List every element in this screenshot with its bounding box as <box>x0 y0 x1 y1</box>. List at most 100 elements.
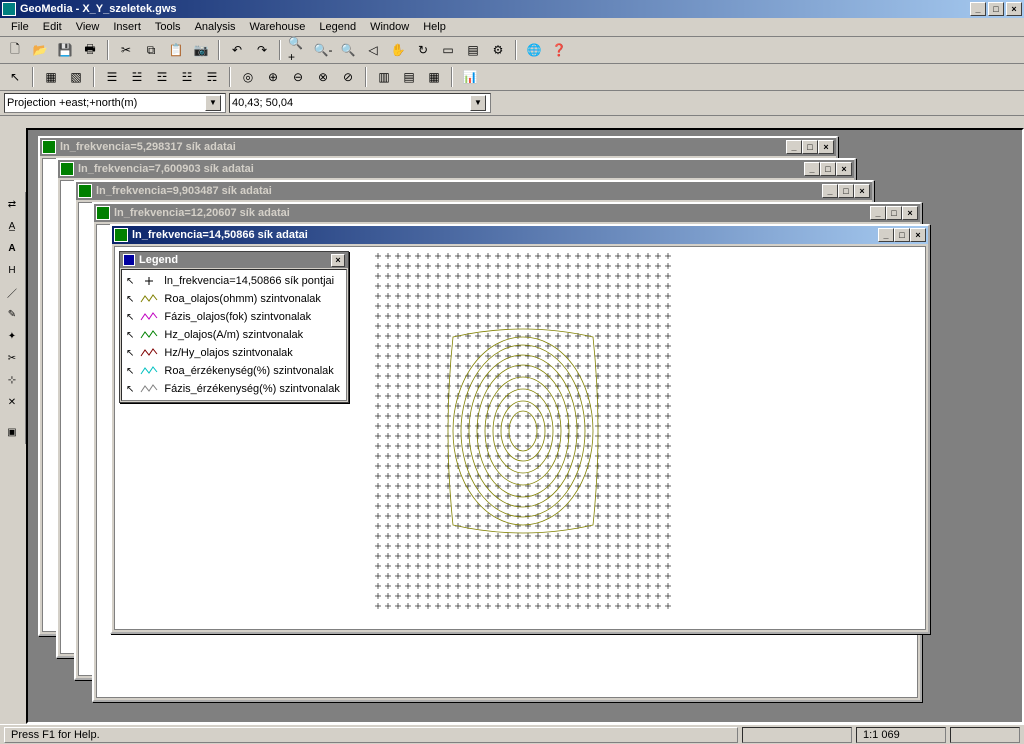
merge-icon[interactable]: ⊕ <box>262 66 284 88</box>
point-symbol-icon <box>140 275 158 287</box>
legend-item[interactable]: ↖Hz/Hy_olajos szintvonalak <box>126 344 342 362</box>
vt-height-icon[interactable]: H <box>2 260 22 280</box>
query5-icon[interactable]: ☴ <box>201 66 223 88</box>
menu-window[interactable]: Window <box>363 19 416 35</box>
minimize-button[interactable]: _ <box>804 162 820 176</box>
menu-view[interactable]: View <box>69 19 107 35</box>
maximize-button[interactable]: □ <box>802 140 818 154</box>
coords-input[interactable] <box>232 95 470 111</box>
refresh-icon[interactable]: ↻ <box>412 39 434 61</box>
maximize-button[interactable]: □ <box>894 228 910 242</box>
status-pane-2 <box>742 727 852 743</box>
legend-close-button[interactable]: × <box>331 254 345 267</box>
vt-text-icon[interactable]: A̲ <box>2 216 22 236</box>
maximize-button[interactable]: □ <box>988 2 1004 16</box>
window-icon[interactable]: ▭ <box>437 39 459 61</box>
menu-edit[interactable]: Edit <box>36 19 69 35</box>
maximize-button[interactable]: □ <box>838 184 854 198</box>
chart-icon[interactable]: 📊 <box>459 66 481 88</box>
close-button[interactable]: × <box>910 228 926 242</box>
paste-icon[interactable]: 📋 <box>165 39 187 61</box>
vt-cut-icon[interactable]: ✂ <box>2 348 22 368</box>
save-icon[interactable]: 💾 <box>54 39 76 61</box>
table2-icon[interactable]: ▤ <box>398 66 420 88</box>
help-icon[interactable]: ❓ <box>548 39 570 61</box>
zoomin-icon[interactable]: 🔍+ <box>287 39 309 61</box>
query3-icon[interactable]: ☲ <box>151 66 173 88</box>
minimize-button[interactable]: _ <box>822 184 838 198</box>
open-icon[interactable]: 📂 <box>29 39 51 61</box>
pointer-icon[interactable]: ↖ <box>4 66 26 88</box>
menu-analysis[interactable]: Analysis <box>188 19 243 35</box>
vt-final-icon[interactable]: ▣ <box>2 422 22 442</box>
vt-node-icon[interactable]: ✦ <box>2 326 22 346</box>
zoomprev-icon[interactable]: ◁ <box>362 39 384 61</box>
sel-rect-icon[interactable]: ▦ <box>40 66 62 88</box>
redo-icon[interactable]: ↷ <box>251 39 273 61</box>
maximize-button[interactable]: □ <box>820 162 836 176</box>
vt-1-icon[interactable]: ⇄ <box>2 194 22 214</box>
minimize-button[interactable]: _ <box>870 206 886 220</box>
minimize-button[interactable]: _ <box>970 2 986 16</box>
maximize-button[interactable]: □ <box>886 206 902 220</box>
menu-file[interactable]: File <box>4 19 36 35</box>
pan-icon[interactable]: ✋ <box>387 39 409 61</box>
menu-legend[interactable]: Legend <box>312 19 363 35</box>
minimize-button[interactable]: _ <box>786 140 802 154</box>
print-icon[interactable]: 🖶 <box>79 39 101 61</box>
table1-icon[interactable]: ▥ <box>373 66 395 88</box>
legend-item[interactable]: ↖Fázis_érzékenység(%) szintvonalak <box>126 380 342 398</box>
copy-icon[interactable]: ⧉ <box>140 39 162 61</box>
window-title: ln_frekvencia=7,600903 sík adatai <box>78 163 254 175</box>
menu-warehouse[interactable]: Warehouse <box>243 19 313 35</box>
legend-title[interactable]: Legend × <box>120 252 348 268</box>
undo-icon[interactable]: ↶ <box>226 39 248 61</box>
query1-icon[interactable]: ☰ <box>101 66 123 88</box>
dropdown-icon[interactable]: ▼ <box>470 95 486 111</box>
mdi-window-5[interactable]: ln_frekvencia=14,50866 sík adatai _ □ × … <box>110 224 930 634</box>
vt-line-icon[interactable]: ／ <box>2 282 22 302</box>
map-canvas[interactable]: Legend × ↖ln_frekvencia=14,50866 sík pon… <box>114 246 926 630</box>
close-button[interactable]: × <box>1006 2 1022 16</box>
close-button[interactable]: × <box>854 184 870 198</box>
contour-plot <box>373 251 673 611</box>
minimize-button[interactable]: _ <box>878 228 894 242</box>
analyze-icon[interactable]: ⚙ <box>487 39 509 61</box>
legend-item[interactable]: ↖ln_frekvencia=14,50866 sík pontjai <box>126 272 342 290</box>
legend-item[interactable]: ↖Roa_olajos(ohmm) szintvonalak <box>126 290 342 308</box>
close-button[interactable]: × <box>836 162 852 176</box>
vt-edit-icon[interactable]: ✎ <box>2 304 22 324</box>
legend-item[interactable]: ↖Hz_olajos(A/m) szintvonalak <box>126 326 342 344</box>
union-icon[interactable]: ⊘ <box>337 66 359 88</box>
query4-icon[interactable]: ☳ <box>176 66 198 88</box>
buffer-icon[interactable]: ◎ <box>237 66 259 88</box>
menu-tools[interactable]: Tools <box>148 19 188 35</box>
camera-icon[interactable]: 📷 <box>190 39 212 61</box>
legend-item[interactable]: ↖Roa_érzékenység(%) szintvonalak <box>126 362 342 380</box>
vt-del-icon[interactable]: ✕ <box>2 392 22 412</box>
sel-poly-icon[interactable]: ▧ <box>65 66 87 88</box>
projection-combo[interactable]: ▼ <box>4 93 226 113</box>
clip-icon[interactable]: ⊖ <box>287 66 309 88</box>
vt-font-icon[interactable]: A <box>2 238 22 258</box>
close-button[interactable]: × <box>818 140 834 154</box>
zoomfit-icon[interactable]: 🔍 <box>337 39 359 61</box>
vt-join-icon[interactable]: ⊹ <box>2 370 22 390</box>
new-icon[interactable]: 🗋 <box>4 39 26 61</box>
window-icon <box>60 162 74 176</box>
zoomout-icon[interactable]: 🔍- <box>312 39 334 61</box>
window-title: ln_frekvencia=9,903487 sík adatai <box>96 185 272 197</box>
globe-icon[interactable]: 🌐 <box>523 39 545 61</box>
projection-input[interactable] <box>7 95 205 111</box>
query2-icon[interactable]: ☱ <box>126 66 148 88</box>
legend-panel[interactable]: Legend × ↖ln_frekvencia=14,50866 sík pon… <box>119 251 349 403</box>
close-button[interactable]: × <box>902 206 918 220</box>
table3-icon[interactable]: ▦ <box>423 66 445 88</box>
intersect-icon[interactable]: ⊗ <box>312 66 334 88</box>
coords-combo[interactable]: ▼ <box>229 93 491 113</box>
layers-icon[interactable]: ▤ <box>462 39 484 61</box>
cut-icon[interactable]: ✂ <box>115 39 137 61</box>
menu-help[interactable]: Help <box>416 19 453 35</box>
legend-item[interactable]: ↖Fázis_olajos(fok) szintvonalak <box>126 308 342 326</box>
menu-insert[interactable]: Insert <box>106 19 148 35</box>
